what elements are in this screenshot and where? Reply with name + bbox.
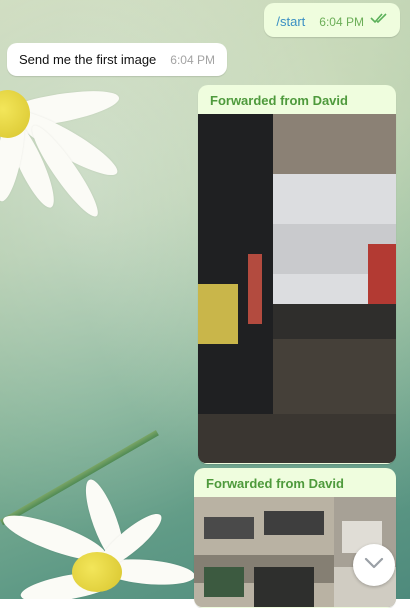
- scroll-to-bottom-button[interactable]: [353, 544, 395, 586]
- forwarded-photo[interactable]: [198, 114, 396, 463]
- forwarded-label[interactable]: Forwarded from David: [198, 85, 396, 114]
- start-command-link[interactable]: /start: [276, 14, 305, 29]
- chevron-down-icon: [364, 556, 384, 574]
- message-time: 6:04 PM: [319, 15, 364, 29]
- incoming-message: Send me the first image 6:04 PM: [7, 43, 227, 76]
- outgoing-message: /start 6:04 PM: [264, 3, 400, 37]
- forwarded-photo-message[interactable]: Forwarded from David: [198, 85, 396, 464]
- forwarded-photo-message[interactable]: Forwarded from David: [194, 468, 396, 608]
- message-time: 6:04 PM: [170, 53, 215, 67]
- forwarded-label[interactable]: Forwarded from David: [194, 468, 396, 497]
- message-text: Send me the first image: [19, 52, 157, 67]
- double-check-icon: [370, 11, 388, 29]
